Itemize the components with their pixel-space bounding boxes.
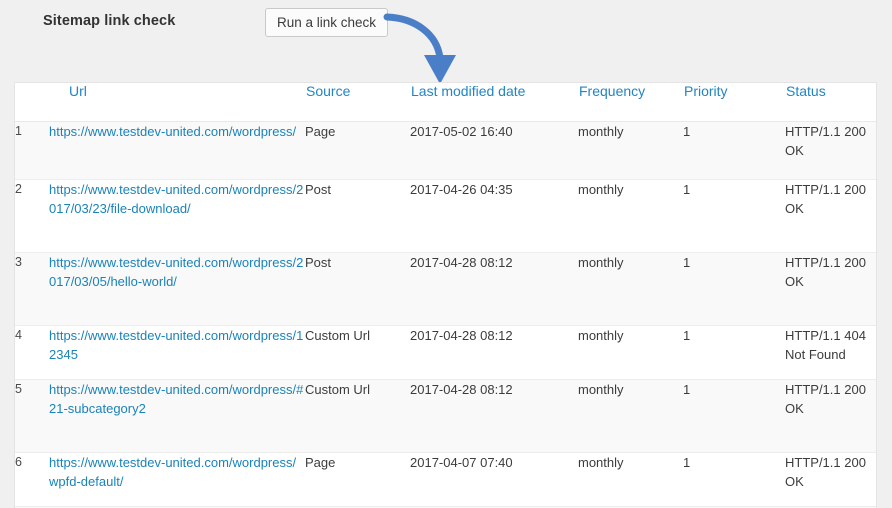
table-row: 3 https://www.testdev-united.com/wordpre… — [15, 252, 877, 325]
row-status: HTTP/1.1 200 OK — [785, 452, 877, 506]
row-last-modified-date: 2017-05-02 16:40 — [410, 121, 578, 179]
column-header-priority[interactable]: Priority — [683, 83, 785, 121]
url-link[interactable]: https://www.testdev-united.com/wordpress… — [49, 255, 303, 289]
row-priority: 1 — [683, 379, 785, 452]
table-row: 6 https://www.testdev-united.com/wordpre… — [15, 452, 877, 506]
row-frequency: monthly — [578, 325, 683, 379]
table-body: 1 https://www.testdev-united.com/wordpre… — [15, 121, 877, 508]
row-url-cell: https://www.testdev-united.com/wordpress… — [49, 452, 305, 506]
table-row: 4 https://www.testdev-united.com/wordpre… — [15, 325, 877, 379]
column-header-frequency[interactable]: Frequency — [578, 83, 683, 121]
curved-down-arrow-icon — [375, 0, 495, 90]
page-header-bar: Sitemap link check Run a link check — [0, 0, 892, 82]
row-url-cell: https://www.testdev-united.com/wordpress… — [49, 325, 305, 379]
sitemap-link-check-panel: Url Source Last modified date Frequency … — [14, 82, 877, 508]
row-url-cell: https://www.testdev-united.com/wordpress… — [49, 252, 305, 325]
row-url-cell: https://www.testdev-united.com/wordpress… — [49, 179, 305, 252]
row-status: HTTP/1.1 200 OK — [785, 252, 877, 325]
url-link[interactable]: https://www.testdev-united.com/wordpress… — [49, 455, 296, 489]
row-source: Page — [305, 452, 410, 506]
row-frequency: monthly — [578, 379, 683, 452]
url-link[interactable]: https://www.testdev-united.com/wordpress… — [49, 382, 303, 416]
row-status: HTTP/1.1 404 Not Found — [785, 325, 877, 379]
sitemap-link-check-table: Url Source Last modified date Frequency … — [15, 83, 877, 508]
row-index: 5 — [15, 379, 49, 452]
row-priority: 1 — [683, 121, 785, 179]
row-frequency: monthly — [578, 452, 683, 506]
row-source: Page — [305, 121, 410, 179]
row-priority: 1 — [683, 452, 785, 506]
row-priority: 1 — [683, 179, 785, 252]
column-header-source[interactable]: Source — [305, 83, 410, 121]
row-source: Custom Url — [305, 379, 410, 452]
row-index: 4 — [15, 325, 49, 379]
row-last-modified-date: 2017-04-28 08:12 — [410, 325, 578, 379]
page-title: Sitemap link check — [43, 13, 175, 29]
row-index: 1 — [15, 121, 49, 179]
run-link-check-button[interactable]: Run a link check — [265, 8, 388, 37]
table-header: Url Source Last modified date Frequency … — [15, 83, 877, 121]
row-frequency: monthly — [578, 121, 683, 179]
row-status: HTTP/1.1 200 OK — [785, 121, 877, 179]
table-row: 1 https://www.testdev-united.com/wordpre… — [15, 121, 877, 179]
row-priority: 1 — [683, 325, 785, 379]
table-row: 5 https://www.testdev-united.com/wordpre… — [15, 379, 877, 452]
column-header-url[interactable]: Url — [49, 83, 305, 121]
row-index: 3 — [15, 252, 49, 325]
table-row: 2 https://www.testdev-united.com/wordpre… — [15, 179, 877, 252]
row-last-modified-date: 2017-04-07 07:40 — [410, 452, 578, 506]
row-url-cell: https://www.testdev-united.com/wordpress… — [49, 121, 305, 179]
row-source: Custom Url — [305, 325, 410, 379]
row-priority: 1 — [683, 252, 785, 325]
row-last-modified-date: 2017-04-26 04:35 — [410, 179, 578, 252]
table-header-row: Url Source Last modified date Frequency … — [15, 83, 877, 121]
row-last-modified-date: 2017-04-28 08:12 — [410, 252, 578, 325]
row-source: Post — [305, 179, 410, 252]
row-status: HTTP/1.1 200 OK — [785, 179, 877, 252]
row-index: 2 — [15, 179, 49, 252]
row-frequency: monthly — [578, 252, 683, 325]
row-url-cell: https://www.testdev-united.com/wordpress… — [49, 379, 305, 452]
row-last-modified-date: 2017-04-28 08:12 — [410, 379, 578, 452]
column-header-index — [15, 83, 49, 121]
row-status: HTTP/1.1 200 OK — [785, 379, 877, 452]
url-link[interactable]: https://www.testdev-united.com/wordpress… — [49, 182, 303, 216]
row-source: Post — [305, 252, 410, 325]
column-header-last-modified-date[interactable]: Last modified date — [410, 83, 578, 121]
column-header-status[interactable]: Status — [785, 83, 877, 121]
row-index: 6 — [15, 452, 49, 506]
row-frequency: monthly — [578, 179, 683, 252]
url-link[interactable]: https://www.testdev-united.com/wordpress… — [49, 124, 296, 139]
url-link[interactable]: https://www.testdev-united.com/wordpress… — [49, 328, 303, 362]
